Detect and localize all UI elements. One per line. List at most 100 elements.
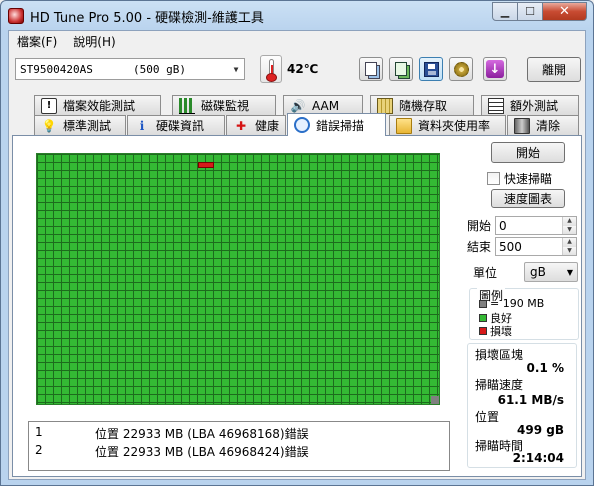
tab-label: 磁碟監視 <box>201 99 250 113</box>
spin-down-icon[interactable]: ▼ <box>563 246 576 255</box>
legend-block-size-text: = 190 MB <box>490 297 545 310</box>
app-icon <box>8 8 24 24</box>
tab-health[interactable]: ✚ 健康 <box>226 115 286 135</box>
tab-label: 健康 <box>255 119 280 133</box>
download-button[interactable]: ↓ <box>483 57 507 81</box>
lightbulb-icon: 💡 <box>41 118 57 133</box>
scan-speed-value: 61.1 MB/s <box>497 393 564 407</box>
tab-label: 清除 <box>536 119 561 133</box>
legend-damaged-text: 損壞 <box>490 325 512 338</box>
error-text: 位置 22933 MB (LBA 46968168)錯誤 <box>95 427 309 441</box>
folder-icon <box>396 117 412 134</box>
error-index: 2 <box>35 443 43 457</box>
tab-disk-monitor[interactable]: 磁碟監視 <box>172 95 276 115</box>
tab-aam[interactable]: 🔊 AAM <box>283 95 363 115</box>
damaged-swatch <box>479 327 487 335</box>
error-index: 1 <box>35 425 43 439</box>
menu-help[interactable]: 說明(H) <box>65 31 123 51</box>
damaged-block <box>198 162 214 168</box>
block-swatch <box>479 299 487 308</box>
spin-up-icon[interactable]: ▲ <box>563 217 576 226</box>
good-blocks <box>37 154 439 404</box>
minimize-button[interactable]: ▁ <box>492 2 518 21</box>
window-title: HD Tune Pro 5.00 - 硬碟檢測-維護工具 <box>30 11 264 26</box>
end-spinner[interactable]: 500 ▲ ▼ <box>495 237 577 256</box>
window-controls: ▁ ☐ ✕ <box>492 2 587 21</box>
client-area: 檔案(F) 說明(H) ST9500420AS (500 gB) ▼ 42℃ ↓… <box>8 30 586 480</box>
close-icon: ✕ <box>559 4 570 19</box>
maximize-icon: ☐ <box>525 5 535 18</box>
scan-speed-label: 掃瞄速度 <box>475 378 524 392</box>
quick-scan-checkbox[interactable] <box>487 172 500 185</box>
drive-size: (500 gB) <box>133 62 186 76</box>
tab-label: 錯誤掃描 <box>316 118 365 133</box>
tab-row-top: 檔案效能測試 磁碟監視 🔊 AAM 隨機存取 額外測試 <box>9 95 585 115</box>
list-item[interactable]: 2 位置 22933 MB (LBA 46968424)錯誤 <box>29 443 449 459</box>
tab-label: 資料夾使用率 <box>418 119 491 133</box>
app-window: HD Tune Pro 5.00 - 硬碟檢測-維護工具 ▁ ☐ ✕ 檔案(F)… <box>0 0 594 486</box>
position-label: 位置 <box>475 410 500 424</box>
damaged-blocks-value: 0.1 % <box>526 361 564 375</box>
copy-icon <box>365 62 377 76</box>
start-spinner[interactable]: 0 ▲ ▼ <box>495 216 577 235</box>
health-cross-icon: ✚ <box>235 118 247 133</box>
tab-extra-tests[interactable]: 額外測試 <box>481 95 579 115</box>
save-button[interactable] <box>419 57 443 81</box>
scan-controls: 開始 快速掃瞄 速度圖表 開始 0 ▲ ▼ 結束 500 ▲ ▼ 單位 gB ▼… <box>461 136 581 476</box>
tab-folder-usage[interactable]: 資料夾使用率 <box>389 115 506 135</box>
title-bar[interactable]: HD Tune Pro 5.00 - 硬碟檢測-維護工具 ▁ ☐ ✕ <box>1 1 593 31</box>
info-icon: i <box>139 118 145 133</box>
unit-value: gB <box>530 265 546 279</box>
tab-row-bottom: 💡 標準測試 i 硬碟資訊 ✚ 健康 錯誤掃描 資料夾使用率 清除 <box>9 113 585 136</box>
tab-label: AAM <box>312 98 340 113</box>
start-field: 開始 0 ▲ ▼ <box>467 216 577 235</box>
error-scan-panel: 1 位置 22933 MB (LBA 46968168)錯誤 2 位置 2293… <box>12 135 582 477</box>
exit-button[interactable]: 離開 <box>527 57 581 82</box>
magnifier-icon <box>294 117 310 133</box>
chevron-down-icon: ▼ <box>566 267 573 277</box>
end-field: 結束 500 ▲ ▼ <box>467 237 577 256</box>
drive-select[interactable]: ST9500420AS (500 gB) ▼ <box>15 58 245 80</box>
tab-label: 標準測試 <box>63 119 112 133</box>
menu-file[interactable]: 檔案(F) <box>9 31 65 51</box>
speed-map-button[interactable]: 速度圖表 <box>491 189 565 208</box>
copy-screenshot-button[interactable] <box>389 57 413 81</box>
maximize-button[interactable]: ☐ <box>518 2 543 21</box>
tab-label: 額外測試 <box>510 99 559 113</box>
unit-label: 單位 <box>473 266 498 280</box>
unit-select[interactable]: gB ▼ <box>524 262 578 282</box>
download-arrow-icon: ↓ <box>486 60 504 78</box>
tab-disk-info[interactable]: i 硬碟資訊 <box>127 115 225 135</box>
tab-file-benchmark[interactable]: 檔案效能測試 <box>34 95 161 115</box>
tab-benchmark[interactable]: 💡 標準測試 <box>34 115 126 135</box>
error-list[interactable]: 1 位置 22933 MB (LBA 46968168)錯誤 2 位置 2293… <box>28 421 450 471</box>
end-value[interactable]: 500 <box>496 240 562 254</box>
list-item[interactable]: 1 位置 22933 MB (LBA 46968168)錯誤 <box>29 425 449 441</box>
start-value[interactable]: 0 <box>496 219 562 233</box>
trash-icon <box>514 117 530 134</box>
start-button[interactable]: 開始 <box>491 142 565 163</box>
chevron-down-icon: ▼ <box>233 64 239 74</box>
quick-scan-label: 快速掃瞄 <box>504 172 553 186</box>
spin-up-icon[interactable]: ▲ <box>563 238 576 247</box>
gear-icon <box>453 61 469 77</box>
close-button[interactable]: ✕ <box>543 2 587 21</box>
tab-random-access[interactable]: 隨機存取 <box>370 95 474 115</box>
legend-damaged: 損壞 <box>479 323 512 339</box>
options-button[interactable] <box>449 57 473 81</box>
spin-down-icon[interactable]: ▼ <box>563 225 576 234</box>
quick-scan-option[interactable]: 快速掃瞄 <box>487 170 552 187</box>
drive-name: ST9500420AS <box>20 62 93 76</box>
tab-error-scan[interactable]: 錯誤掃描 <box>287 113 386 136</box>
tab-label: 隨機存取 <box>399 99 448 113</box>
copy-text-button[interactable] <box>359 57 383 81</box>
damaged-blocks-label: 損壞區塊 <box>475 348 524 362</box>
unscanned-block <box>431 396 439 404</box>
minimize-icon: ▁ <box>500 5 510 18</box>
table-icon <box>488 97 504 114</box>
tab-erase[interactable]: 清除 <box>507 115 579 135</box>
temperature-readout: 42℃ <box>287 62 319 76</box>
random-access-icon <box>377 97 393 114</box>
scan-statistics: 損壞區塊 0.1 % 掃瞄速度 61.1 MB/s 位置 499 gB 掃瞄時間… <box>467 343 577 468</box>
error-text: 位置 22933 MB (LBA 46968424)錯誤 <box>95 445 309 459</box>
